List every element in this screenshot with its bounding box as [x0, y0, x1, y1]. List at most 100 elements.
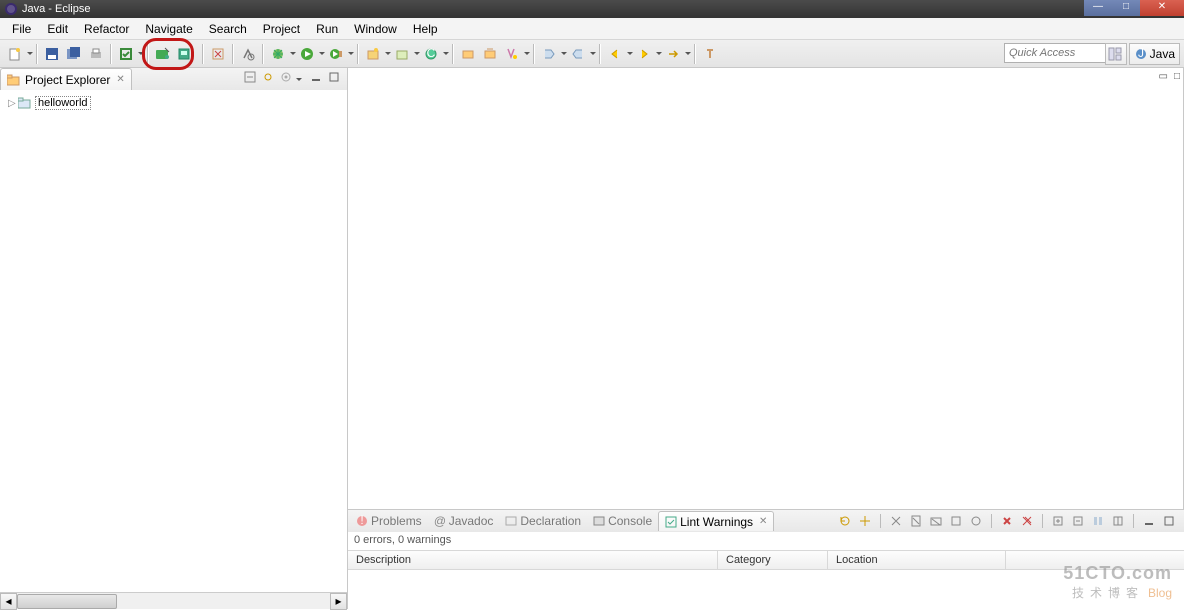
- bp-delete-all-icon[interactable]: [1019, 513, 1035, 529]
- menu-run[interactable]: Run: [308, 20, 346, 38]
- open-type-button[interactable]: [238, 44, 258, 64]
- new-java-project-button[interactable]: [363, 44, 383, 64]
- print-button[interactable]: [86, 44, 106, 64]
- back-dropdown[interactable]: [626, 44, 633, 64]
- new-java-project-dropdown[interactable]: [384, 44, 391, 64]
- new-class-button[interactable]: C: [421, 44, 441, 64]
- bp-remove-icon[interactable]: [948, 513, 964, 529]
- run-last-dropdown[interactable]: [347, 44, 354, 64]
- maximize-view-button[interactable]: [326, 69, 342, 85]
- menu-edit[interactable]: Edit: [39, 20, 76, 38]
- new-button[interactable]: [5, 44, 25, 64]
- new-package-dropdown[interactable]: [413, 44, 420, 64]
- problems-icon: !: [356, 515, 368, 527]
- tab-problems[interactable]: ! Problems: [350, 511, 428, 531]
- build-button[interactable]: [116, 44, 136, 64]
- bp-options-icon[interactable]: [968, 513, 984, 529]
- view-menu-dropdown[interactable]: [295, 69, 302, 89]
- last-edit-button[interactable]: [663, 44, 683, 64]
- tab-console[interactable]: Console: [587, 511, 658, 531]
- minimize-view-button[interactable]: [308, 69, 324, 85]
- open-resource-button[interactable]: [480, 44, 500, 64]
- close-button[interactable]: ✕: [1140, 0, 1184, 16]
- bp-delete-icon[interactable]: [999, 513, 1015, 529]
- bp-maximize-button[interactable]: [1161, 513, 1177, 529]
- back-button[interactable]: [605, 44, 625, 64]
- menu-help[interactable]: Help: [405, 20, 446, 38]
- scroll-thumb[interactable]: [17, 594, 117, 609]
- build-dropdown[interactable]: [137, 44, 144, 64]
- link-editor-button[interactable]: [260, 69, 276, 85]
- prev-annotation-button[interactable]: [568, 44, 588, 64]
- forward-dropdown[interactable]: [655, 44, 662, 64]
- run-button[interactable]: [297, 44, 317, 64]
- expand-arrow-icon[interactable]: ▷: [8, 98, 18, 109]
- bp-columns-icon[interactable]: [1110, 513, 1126, 529]
- forward-button[interactable]: [634, 44, 654, 64]
- debug-button[interactable]: [268, 44, 288, 64]
- bp-ignore-file-icon[interactable]: [908, 513, 924, 529]
- next-annotation-button[interactable]: [539, 44, 559, 64]
- tab-declaration[interactable]: Declaration: [499, 511, 587, 531]
- bp-fix-icon[interactable]: [857, 513, 873, 529]
- col-description[interactable]: Description: [348, 551, 718, 569]
- bp-collapse-icon[interactable]: [1070, 513, 1086, 529]
- pin-editor-button[interactable]: [700, 44, 720, 64]
- tab-javadoc[interactable]: @ Javadoc: [428, 511, 500, 531]
- menu-search[interactable]: Search: [201, 20, 255, 38]
- editor-maximize-icon[interactable]: □: [1174, 71, 1180, 82]
- android-sdk-button[interactable]: [153, 44, 173, 64]
- editor-minimize-icon[interactable]: ▭: [1159, 71, 1168, 82]
- new-dropdown[interactable]: [26, 44, 33, 64]
- bp-ignore-project-icon[interactable]: [928, 513, 944, 529]
- focus-task-button[interactable]: [278, 69, 294, 85]
- android-avd-button[interactable]: [175, 44, 195, 64]
- bp-expand-icon[interactable]: [1050, 513, 1066, 529]
- bp-ignore-icon[interactable]: [888, 513, 904, 529]
- prev-annotation-dropdown[interactable]: [589, 44, 596, 64]
- tree-item-helloworld[interactable]: ▷ helloworld: [4, 94, 343, 112]
- open-task-button[interactable]: [458, 44, 478, 64]
- menu-window[interactable]: Window: [346, 20, 405, 38]
- search-button[interactable]: [502, 44, 522, 64]
- menu-file[interactable]: File: [4, 20, 39, 38]
- bp-minimize-button[interactable]: [1141, 513, 1157, 529]
- run-last-button[interactable]: [326, 44, 346, 64]
- menu-refactor[interactable]: Refactor: [76, 20, 137, 38]
- project-explorer-tab[interactable]: Project Explorer ✕: [0, 68, 132, 90]
- new-class-dropdown[interactable]: [442, 44, 449, 64]
- next-annotation-dropdown[interactable]: [560, 44, 567, 64]
- lint-button[interactable]: [208, 44, 228, 64]
- col-location[interactable]: Location: [828, 551, 1006, 569]
- run-dropdown[interactable]: [318, 44, 325, 64]
- open-perspective-button[interactable]: [1105, 43, 1127, 65]
- lint-icon: [665, 516, 677, 528]
- bp-refresh-icon[interactable]: [837, 513, 853, 529]
- quick-access-input[interactable]: [1004, 43, 1112, 63]
- close-tab-icon[interactable]: ✕: [759, 516, 767, 527]
- menu-project[interactable]: Project: [255, 20, 308, 38]
- declaration-icon: [505, 515, 517, 527]
- bp-configure-icon[interactable]: [1090, 513, 1106, 529]
- window-title: Java - Eclipse: [22, 3, 90, 15]
- tab-lint-warnings[interactable]: Lint Warnings ✕: [658, 511, 774, 531]
- save-all-button[interactable]: [64, 44, 84, 64]
- debug-dropdown[interactable]: [289, 44, 296, 64]
- save-button[interactable]: [42, 44, 62, 64]
- project-tree[interactable]: ▷ helloworld: [0, 90, 347, 592]
- maximize-button[interactable]: □: [1112, 0, 1140, 16]
- perspective-label: Java: [1150, 47, 1175, 61]
- search-dropdown[interactable]: [523, 44, 530, 64]
- minimize-button[interactable]: —: [1084, 0, 1112, 16]
- scroll-left-button[interactable]: ◂: [0, 593, 17, 610]
- col-category[interactable]: Category: [718, 551, 828, 569]
- new-package-button[interactable]: [392, 44, 412, 64]
- sidebar-scrollbar[interactable]: ◂ ▸: [0, 592, 347, 609]
- perspective-java[interactable]: J Java: [1129, 43, 1180, 65]
- close-view-icon[interactable]: ✕: [116, 74, 124, 85]
- last-edit-dropdown[interactable]: [684, 44, 691, 64]
- menu-navigate[interactable]: Navigate: [137, 20, 200, 38]
- scroll-right-button[interactable]: ▸: [330, 593, 347, 610]
- collapse-all-button[interactable]: [242, 69, 258, 85]
- bottom-panel: ! Problems @ Javadoc Declaration Console: [348, 509, 1184, 609]
